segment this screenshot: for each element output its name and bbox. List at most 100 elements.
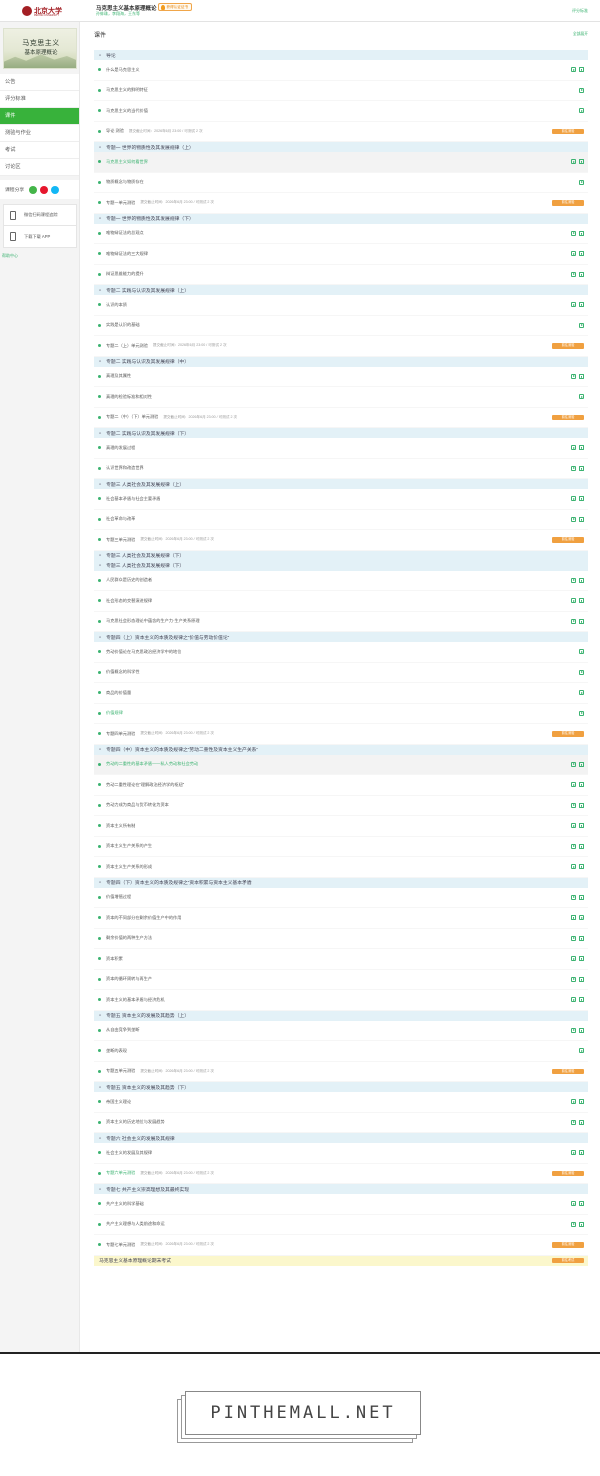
go-to-test-button[interactable]: 前往测验 xyxy=(552,414,584,420)
document-icon[interactable] xyxy=(579,1027,584,1033)
lesson-title[interactable]: 价值概念的科学性 xyxy=(106,669,140,675)
chevron-up-icon[interactable]: ^ xyxy=(99,1187,101,1192)
chevron-up-icon[interactable]: ^ xyxy=(99,747,101,752)
course-teachers[interactable]: 孙蚌珠，李翔海，王东等 xyxy=(96,11,140,17)
lesson-row[interactable]: 社会革命与改革 xyxy=(94,510,588,530)
chevron-up-icon[interactable]: ^ xyxy=(99,145,101,150)
lesson-title[interactable]: 剩余价值的两种生产方法 xyxy=(106,935,152,941)
lesson-title[interactable]: 社会主义的发展及其规律 xyxy=(106,1150,152,1156)
lesson-row[interactable]: 共产主义理想与人类前途和命运 xyxy=(94,1215,588,1235)
chevron-up-icon[interactable]: ^ xyxy=(99,1085,101,1090)
weibo-icon[interactable] xyxy=(40,185,49,194)
lesson-row[interactable]: 人民群众是历史的创造者 xyxy=(94,571,588,591)
video-icon[interactable] xyxy=(579,87,584,93)
chevron-up-icon[interactable]: ^ xyxy=(99,359,101,364)
lesson-row[interactable]: 帝国主义理论 xyxy=(94,1092,588,1113)
document-icon[interactable] xyxy=(579,271,584,277)
video-icon[interactable] xyxy=(579,394,584,400)
video-icon[interactable] xyxy=(571,997,576,1003)
chapter-header[interactable]: ^ 专题七 共产主义崇高理想及其最终实现 xyxy=(94,1184,588,1194)
video-icon[interactable] xyxy=(571,618,576,624)
unit-test-row[interactable]: 专题五单元测验 提交截止时间：2026年6月 23:00 / 可测试 2 次 前往测… xyxy=(94,1062,588,1082)
lesson-row[interactable]: 资本主义生产关系的产生 xyxy=(94,837,588,857)
document-icon[interactable] xyxy=(579,465,584,471)
lesson-title[interactable]: 商品的价值量 xyxy=(106,690,131,696)
document-icon[interactable] xyxy=(579,1150,584,1156)
sidebar-item-0[interactable]: 公告 xyxy=(0,74,79,91)
document-icon[interactable] xyxy=(579,997,584,1003)
video-icon[interactable] xyxy=(571,251,576,257)
document-icon[interactable] xyxy=(579,1221,584,1227)
sidebar-item-4[interactable]: 考试 xyxy=(0,142,79,159)
chevron-up-icon[interactable]: ^ xyxy=(99,635,101,640)
lesson-title[interactable]: 垄断的表现 xyxy=(106,1048,127,1054)
lesson-row[interactable]: 真理的发展过程 xyxy=(94,438,588,459)
lesson-title[interactable]: 专题七单元测验 xyxy=(106,1242,135,1248)
wechat-follow-box[interactable]: 微信扫码课程追踪 xyxy=(3,204,77,226)
video-icon[interactable] xyxy=(571,823,576,829)
lesson-title[interactable]: 价值增殖过程 xyxy=(106,894,131,900)
lesson-title[interactable]: 唯物辩证法的三大规律 xyxy=(106,251,148,257)
video-icon[interactable] xyxy=(571,1150,576,1156)
lesson-title[interactable]: 唯物辩证法的总观点 xyxy=(106,230,144,236)
lesson-row[interactable]: 社会形态的交替演进规律 xyxy=(94,591,588,612)
video-icon[interactable] xyxy=(571,843,576,849)
lesson-row[interactable]: 垄断的表现 xyxy=(94,1041,588,1062)
document-icon[interactable] xyxy=(579,935,584,941)
chevron-up-icon[interactable]: ^ xyxy=(99,1013,101,1018)
go-to-test-button[interactable]: 前往测验 xyxy=(552,1170,584,1176)
chevron-up-icon[interactable]: ^ xyxy=(99,553,101,558)
lesson-row[interactable]: 唯物辩证法的三大规律 xyxy=(94,244,588,265)
unit-test-row[interactable]: 专题二（上）单元测验 提交截止时间：2026年6月 23:00 / 可测试 2 次… xyxy=(94,336,588,357)
video-icon[interactable] xyxy=(579,690,584,696)
lesson-row[interactable]: 认识世界和改造世界 xyxy=(94,459,588,479)
lesson-row[interactable]: 资本主义所有制 xyxy=(94,816,588,837)
chapter-header[interactable]: ^ 导论 xyxy=(94,50,588,60)
sidebar-item-2[interactable]: 课件 xyxy=(0,108,79,125)
lesson-row[interactable]: 价值规律 xyxy=(94,704,588,724)
video-icon[interactable] xyxy=(571,516,576,522)
video-icon[interactable] xyxy=(579,1048,584,1054)
lesson-title[interactable]: 资本主义所有制 xyxy=(106,823,135,829)
chapter-header[interactable]: ^ 专题三 人类社会及其发展规律（下） xyxy=(94,560,588,571)
lesson-title[interactable]: 人民群众是历史的创造者 xyxy=(106,577,152,583)
chevron-up-icon[interactable]: ^ xyxy=(99,880,101,885)
lesson-title[interactable]: 价值规律 xyxy=(106,710,123,716)
lesson-row[interactable]: 社会基本矛盾与社会主要矛盾 xyxy=(94,489,588,510)
lesson-title[interactable]: 劳动力成为商品与货币转化为资本 xyxy=(106,802,169,808)
download-app-box[interactable]: 下载下载 APP xyxy=(3,226,77,248)
video-icon[interactable] xyxy=(579,179,584,185)
lesson-row[interactable]: 什么是马克思主义 xyxy=(94,60,588,81)
video-icon[interactable] xyxy=(571,802,576,808)
unit-test-row[interactable]: 专题三单元测验 提交截止时间：2026年6月 23:00 / 可测试 2 次 前往测… xyxy=(94,530,588,551)
lesson-row[interactable]: 共产主义的科学基础 xyxy=(94,1194,588,1215)
lesson-row[interactable]: 社会主义的发展及其规律 xyxy=(94,1143,588,1164)
chapter-header[interactable]: ^ 专题四（上）资本主义的本质及规律之“价值与劳动价值论” xyxy=(94,632,588,642)
lesson-title[interactable]: 真理的发展过程 xyxy=(106,445,135,451)
video-icon[interactable] xyxy=(579,108,584,114)
final-exam-row[interactable]: 马克思主义基本原理概论期末考试 前往考试 xyxy=(94,1255,588,1266)
video-icon[interactable] xyxy=(571,1027,576,1033)
document-icon[interactable] xyxy=(579,1099,584,1105)
lesson-row[interactable]: 唯物辩证法的总观点 xyxy=(94,224,588,244)
lesson-row[interactable]: 价值概念的科学性 xyxy=(94,663,588,683)
go-to-test-button[interactable]: 前往测验 xyxy=(552,731,584,737)
video-icon[interactable] xyxy=(571,864,576,870)
chapter-header[interactable]: ^ 专题一 世界的物质性及其发展规律（上） xyxy=(94,142,588,152)
unit-test-row[interactable]: 导论 测验 提交截止时间：2026年6月 23:00 / 可测试 2 次 前往测验 xyxy=(94,122,588,142)
wechat-icon[interactable] xyxy=(29,185,38,194)
video-icon[interactable] xyxy=(571,761,576,767)
document-icon[interactable] xyxy=(579,976,584,982)
lesson-title[interactable]: 共产主义的科学基础 xyxy=(106,1201,144,1207)
lesson-title[interactable]: 什么是马克思主义 xyxy=(106,67,140,73)
lesson-row[interactable]: 真理及其属性 xyxy=(94,367,588,387)
qq-icon[interactable] xyxy=(51,185,60,194)
chevron-up-icon[interactable]: ^ xyxy=(99,431,101,436)
chevron-up-icon[interactable]: ^ xyxy=(99,482,101,487)
lesson-title[interactable]: 马克思主义的当代价值 xyxy=(106,108,148,114)
lesson-title[interactable]: 实践是认识的基础 xyxy=(106,322,140,328)
video-icon[interactable] xyxy=(571,159,576,165)
chapter-header[interactable]: ^ 专题五 资本主义的发展及其趋势（下） xyxy=(94,1082,588,1092)
unit-test-row[interactable]: 专题六单元测验 提交截止时间：2026年6月 23:00 / 可测试 2 次 前往测… xyxy=(94,1164,588,1184)
lesson-row[interactable]: 劳动的二重性的基本矛盾——私人劳动和社会劳动 xyxy=(94,754,588,775)
